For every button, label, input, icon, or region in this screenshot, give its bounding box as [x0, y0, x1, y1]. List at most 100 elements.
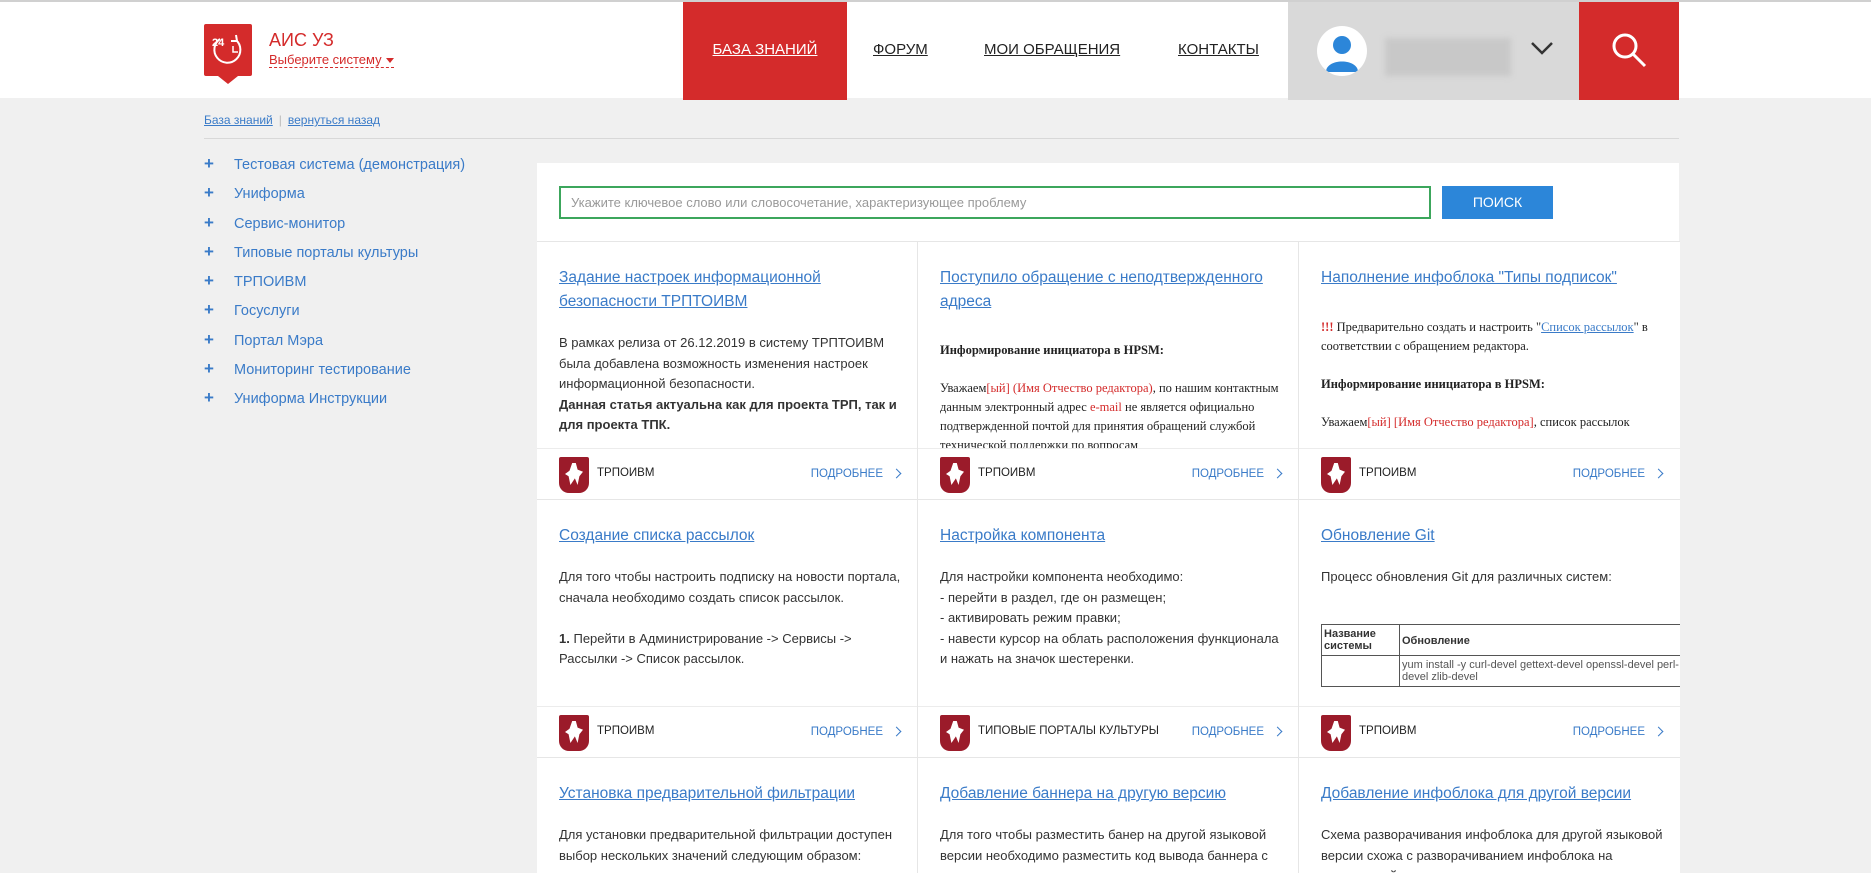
header-search-button[interactable] [1579, 2, 1679, 100]
sidebar-item-uniforma[interactable]: + Униформа [204, 183, 504, 212]
sidebar-item-culture-portals[interactable]: + Типовые порталы культуры [204, 242, 504, 271]
excerpt-text: Для того чтобы настроить подписку на нов… [559, 569, 901, 605]
article-card: Поступило обращение с неподтвержденного … [918, 241, 1299, 499]
more-link[interactable]: ПОДРОБНЕЕ [1192, 468, 1283, 480]
excerpt-line: Для настройки компонента необходимо: [940, 569, 1184, 584]
breadcrumb-separator: | [278, 113, 282, 127]
article-excerpt: Для того чтобы настроить подписку на нов… [559, 567, 904, 707]
plus-icon: + [204, 359, 214, 379]
article-excerpt: Для настройки компонента необходимо: - п… [940, 567, 1285, 707]
nav-forum[interactable]: ФОРУМ [873, 2, 928, 100]
more-link[interactable]: ПОДРОБНЕЕ [1191, 726, 1283, 738]
sidebar-item-trpoivm[interactable]: + ТРПОИВМ [204, 271, 504, 300]
article-title[interactable]: Наполнение инфоблока "Типы подписок" [1321, 266, 1680, 290]
sidebar-item-label: Госуслуги [234, 303, 300, 320]
more-label: ПОДРОБНЕЕ [810, 726, 883, 738]
excerpt-text: Предварительно создать и настроить " [1336, 320, 1542, 334]
nav-my-requests[interactable]: МОИ ОБРАЩЕНИЯ [984, 2, 1120, 100]
sidebar-item-test-system[interactable]: + Тестовая система (демонстрация) [204, 154, 504, 183]
excerpt-red: e-mail [1089, 400, 1122, 414]
warning-marks: !!! [1321, 320, 1334, 334]
git-table: Название системы Обновление yum install … [1321, 624, 1680, 687]
article-card: Настройка компонента Для настройки компо… [918, 499, 1299, 757]
article-title[interactable]: Установка предварительной фильтрации [559, 782, 889, 806]
user-name-blurred [1385, 38, 1511, 76]
article-title[interactable]: Задание настроек информационной безопасн… [559, 266, 889, 314]
table-header: Название системы [1321, 624, 1400, 656]
more-link[interactable]: ПОДРОБНЕЕ [810, 726, 902, 738]
excerpt-line: - навести курсор на облать расположения … [940, 630, 1279, 667]
moscow-coat-of-arms-icon [1321, 457, 1351, 493]
system-label: ТРПОИВМ [1359, 467, 1417, 479]
nav-contacts[interactable]: КОНТАКТЫ [1178, 2, 1259, 100]
system-label: ТИПОВЫЕ ПОРТАЛЫ КУЛЬТУРЫ [978, 725, 1159, 737]
divider [204, 138, 1679, 139]
sidebar-item-gosuslugi[interactable]: + Госуслуги [204, 300, 504, 329]
more-link[interactable]: ПОДРОБНЕЕ [810, 468, 902, 480]
article-excerpt: Для того чтобы разместить банер на друго… [940, 825, 1285, 873]
chevron-right-icon [1272, 726, 1283, 737]
search-input[interactable] [559, 186, 1431, 219]
excerpt-text: Уважаем [940, 381, 987, 395]
avatar [1317, 26, 1367, 76]
moscow-coat-of-arms-icon [940, 715, 970, 751]
excerpt-text: Для того чтобы разместить банер на друго… [940, 827, 1268, 873]
article-card: Наполнение инфоблока "Типы подписок" !!!… [1299, 241, 1680, 499]
excerpt-text: , список рассылок [1533, 415, 1630, 429]
sidebar-item-mayor-portal[interactable]: + Портал Мэра [204, 330, 504, 359]
article-title[interactable]: Обновление Git [1321, 524, 1651, 548]
excerpt-line: - перейти в раздел, где он размещен; [940, 589, 1167, 605]
sidebar-item-label: Униформа [234, 186, 305, 203]
system-select[interactable]: Выберите систему [269, 52, 394, 68]
article-title[interactable]: Добавление баннера на другую версию [940, 782, 1270, 806]
excerpt-red: [Имя Отчество редактора] [1393, 415, 1534, 429]
article-excerpt: В рамках релиза от 26.12.2019 в систему … [559, 333, 904, 449]
sidebar-item-monitoring-testing[interactable]: + Мониторинг тестирование [204, 359, 504, 388]
more-label: ПОДРОБНЕЕ [810, 468, 883, 480]
mailing-list-link[interactable]: Список рассылок [1541, 320, 1634, 334]
moscow-coat-of-arms-icon [559, 457, 589, 493]
plus-icon: + [204, 154, 214, 173]
nav-knowledge-base[interactable]: БАЗА ЗНАНИЙ [683, 2, 847, 100]
sidebar-item-label: Типовые порталы культуры [234, 244, 419, 261]
more-link[interactable]: ПОДРОБНЕЕ [1573, 468, 1664, 480]
article-title[interactable]: Создание списка рассылок [559, 524, 889, 548]
excerpt-heading: Информирование инициатора в HPSM: [1321, 377, 1545, 391]
logo-icon[interactable]: 24 [204, 24, 252, 84]
excerpt-text: Для установки предварительной фильтрации… [559, 827, 892, 863]
search-button[interactable]: ПОИСК [1442, 186, 1553, 219]
article-card: Обновление Git Процесс обновления Git дл… [1299, 499, 1680, 757]
article-card: Добавление баннера на другую версию Для … [918, 757, 1299, 873]
excerpt-text: Перейти в Администрирование -> Сервисы -… [559, 630, 852, 667]
plus-icon: + [204, 300, 214, 320]
article-excerpt: Для установки предварительной фильтрации… [559, 825, 904, 873]
card-footer: ТРПОИВМ ПОДРОБНЕЕ [918, 448, 1298, 499]
article-title[interactable]: Добавление инфоблока для другой версии [1321, 782, 1680, 806]
excerpt-bold: Данная статья актуальна как для проекта … [559, 396, 897, 433]
breadcrumb-home[interactable]: База знаний [204, 113, 273, 127]
chevron-down-icon[interactable] [1530, 40, 1554, 56]
system-select-label: Выберите систему [269, 52, 382, 67]
article-card: Задание настроек информационной безопасн… [537, 241, 918, 499]
table-cell [1321, 655, 1400, 687]
article-title[interactable]: Поступило обращение с неподтвержденного … [940, 266, 1270, 314]
article-title[interactable]: Настройка компонента [940, 524, 1270, 548]
excerpt-text: В рамках релиза от 26.12.2019 в систему … [559, 335, 885, 391]
breadcrumb-back[interactable]: вернуться назад [288, 113, 380, 127]
user-menu[interactable] [1288, 2, 1579, 100]
logo-number: 24 [212, 37, 225, 49]
chevron-right-icon [891, 726, 902, 737]
card-footer: ТРПОИВМ ПОДРОБНЕЕ [537, 706, 917, 757]
knowledge-panel: ПОИСК Задание настроек информационной бе… [537, 163, 1680, 873]
sidebar-item-uniforma-instructions[interactable]: + Униформа Инструкции [204, 388, 504, 417]
system-label: ТРПОИВМ [978, 467, 1036, 479]
more-label: ПОДРОБНЕЕ [1191, 726, 1264, 738]
more-link[interactable]: ПОДРОБНЕЕ [1572, 726, 1664, 738]
more-label: ПОДРОБНЕЕ [1572, 726, 1645, 738]
moscow-coat-of-arms-icon [1321, 715, 1351, 751]
sidebar-item-service-monitor[interactable]: + Сервис-монитор [204, 213, 504, 242]
excerpt-line: - активировать режим правки; [940, 610, 1121, 625]
article-excerpt: Схема разворачивания инфоблока для друго… [1321, 825, 1666, 873]
card-footer: ТРПОИВМ ПОДРОБНЕЕ [1299, 706, 1680, 757]
system-label: ТРПОИВМ [597, 467, 655, 479]
